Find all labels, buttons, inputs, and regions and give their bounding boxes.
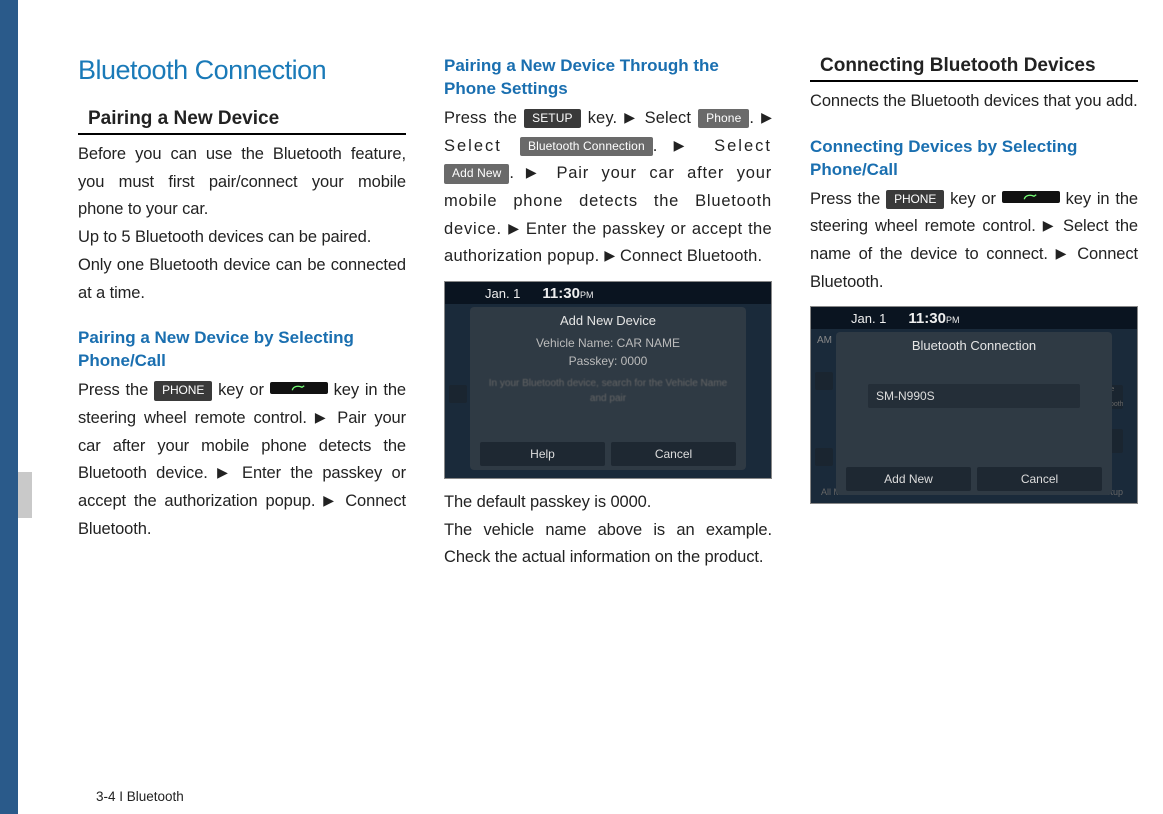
column-3: Connecting Bluetooth Devices Connects th… [810,55,1138,572]
cancel-button[interactable]: Cancel [977,467,1102,491]
section-pairing-title: Pairing a New Device [78,108,406,135]
arrow-icon: ▶ [1043,217,1056,233]
phone-key-icon: PHONE [154,381,212,401]
arrow-icon: ▶ [604,247,615,263]
status-bar: Jan. 1 11:30PM [811,307,1137,329]
sub-pairing-phonecall-body: Press the PHONE key or key in the steeri… [78,377,406,543]
cancel-button[interactable]: Cancel [611,442,736,466]
device-list-item[interactable]: SM-N990S [868,384,1080,408]
page-title: Bluetooth Connection [78,55,406,86]
popup-hint: In your Bluetooth device, search for the… [480,376,736,406]
add-device-popup: Add New Device Vehicle Name: CAR NAME Pa… [470,307,746,470]
status-bar: Jan. 1 11:30PM [445,282,771,304]
vehicle-name-line: Vehicle Name: CAR NAME [480,334,736,352]
sub-pairing-settings-title: Pairing a New Device Through the Phone S… [444,55,772,101]
sub-pairing-phonecall-title: Pairing a New Device by Selecting Phone/… [78,327,406,373]
column-2: Pairing a New Device Through the Phone S… [444,55,772,572]
pairing-intro: Before you can use the Bluetooth feature… [78,141,406,307]
arrow-icon: ▶ [323,492,337,508]
arrow-icon: ▶ [526,164,544,180]
sub-pairing-settings-body: Press the SETUP key. ▶ Select Phone. ▶ S… [444,105,772,271]
phone-key-icon: PHONE [886,190,944,210]
phone-softkey-icon: Phone [698,109,749,129]
add-device-screenshot: Jan. 1 11:30PM Add New Device Vehicle Na… [444,281,772,479]
page-footer: 3-4 I Bluetooth [96,789,184,804]
popup-title: Add New Device [480,313,736,328]
section-connecting-title: Connecting Bluetooth Devices [810,55,1138,82]
sub-connecting-phonecall-title: Connecting Devices by Selecting Phone/Ca… [810,136,1138,182]
connecting-intro: Connects the Bluetooth devices that you … [810,88,1138,116]
left-margin-bar [0,0,18,814]
help-button[interactable]: Help [480,442,605,466]
status-pm: PM [580,290,594,300]
status-pm: PM [946,315,960,325]
sub-connecting-phonecall-body: Press the PHONE key or key in the steeri… [810,186,1138,297]
arrow-icon: ▶ [1056,245,1070,261]
arrow-icon: ▶ [674,137,696,153]
popup-body: Vehicle Name: CAR NAME Passkey: 0000 In … [480,334,736,438]
call-key-icon [270,382,328,394]
passkey-line: Passkey: 0000 [480,352,736,370]
column-1: Bluetooth Connection Pairing a New Devic… [78,55,406,572]
bt-connection-popup: Bluetooth Connection SM-N990S Add New Ca… [836,332,1112,495]
status-time: 11:30 [908,310,946,327]
arrow-icon: ▶ [315,409,329,425]
addnew-softkey-icon: Add New [444,164,509,184]
passkey-note: The default passkey is 0000. The vehicle… [444,489,772,572]
arrow-icon: ▶ [508,220,520,236]
arrow-icon: ▶ [624,109,637,125]
popup-title: Bluetooth Connection [846,338,1102,353]
call-key-icon [1002,191,1060,203]
status-date: Jan. 1 [485,286,520,301]
bt-connection-screenshot: Jan. 1 11:30PM AM device using Bluetooth… [810,306,1138,504]
arrow-icon: ▶ [217,464,233,480]
status-date: Jan. 1 [851,311,886,326]
setup-key-icon: SETUP [524,109,581,129]
arrow-icon: ▶ [761,109,772,125]
add-new-button[interactable]: Add New [846,467,971,491]
btconn-softkey-icon: Bluetooth Connection [520,137,653,157]
status-time: 11:30 [542,285,580,302]
